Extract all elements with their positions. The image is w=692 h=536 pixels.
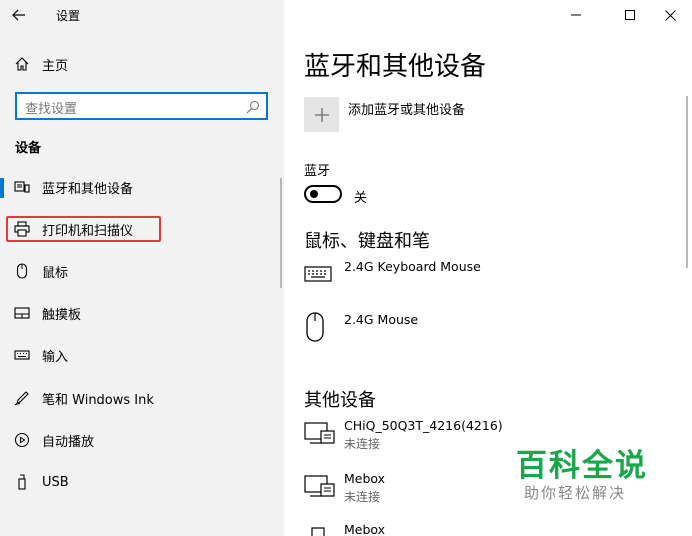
sidebar-item-autoplay[interactable]: 自动播放 [0,424,284,456]
sidebar-item-label: 自动播放 [42,434,95,450]
section-title-other-devices: 其他设备 [304,390,376,411]
device-name[interactable]: 2.4G Mouse [344,312,418,327]
sidebar-item-usb[interactable]: USB [0,466,284,498]
sidebar-item-touchpad[interactable]: 触摸板 [0,297,284,329]
sidebar-item-label: 输入 [42,349,69,365]
sidebar-item-label: 触摸板 [42,307,82,323]
plus-icon [314,107,329,122]
usb-icon [14,474,30,490]
bluetooth-label: 蓝牙 [304,164,331,179]
close-button[interactable] [658,6,682,24]
minimize-button[interactable] [564,6,588,24]
back-arrow-icon [12,9,25,21]
sidebar-item-pen[interactable]: 笔和 Windows Ink [0,382,284,414]
sidebar-item-bluetooth[interactable]: 蓝牙和其他设备 [0,171,284,203]
sidebar: 设置 主页 查找设置 设备 蓝牙和其他设备 打印机和扫描仪 鼠标 触摸板 输入 … [0,0,284,536]
maximize-button[interactable] [618,6,642,24]
search-placeholder: 查找设置 [25,102,78,117]
keyboard-icon [304,265,332,287]
sidebar-item-label: 笔和 Windows Ink [42,392,154,408]
sidebar-scrollbar[interactable] [280,178,282,288]
media-device-icon [304,524,336,536]
sidebar-item-label: 打印机和扫描仪 [42,223,134,239]
device-name[interactable]: CHiQ_50Q3T_4216(4216) [344,418,503,433]
display-device-icon [304,474,336,504]
autoplay-icon [14,432,30,448]
sidebar-item-label: 蓝牙和其他设备 [42,181,134,197]
maximize-icon [625,10,635,20]
sidebar-item-label: 主页 [42,58,69,74]
add-device-label[interactable]: 添加蓝牙或其他设备 [348,99,465,118]
section-header-devices: 设备 [15,141,42,156]
sidebar-item-label: 鼠标 [42,265,69,281]
device-status: 未连接 [344,437,381,451]
home-icon [14,56,30,72]
keyboard-icon [14,347,30,363]
device-name[interactable]: Mebox [344,522,385,536]
page-title: 蓝牙和其他设备 [304,52,487,82]
pen-icon [14,390,30,406]
watermark-title: 百科全说 [516,448,648,484]
printer-icon [14,221,30,237]
search-icon[interactable] [246,99,260,118]
sidebar-item-home[interactable]: 主页 [0,48,284,80]
bluetooth-toggle-state: 关 [354,191,368,206]
mouse-icon [14,263,30,279]
display-device-icon [304,421,336,451]
bluetooth-toggle[interactable] [304,185,342,203]
sidebar-item-typing[interactable]: 输入 [0,339,284,371]
toggle-knob [310,190,318,198]
sidebar-item-printers[interactable]: 打印机和扫描仪 [0,213,284,245]
mouse-icon [304,311,326,347]
sidebar-item-label: USB [42,474,69,490]
watermark-subtitle: 助你轻松解决 [524,484,627,502]
bluetooth-devices-icon [14,179,30,195]
sidebar-item-mouse[interactable]: 鼠标 [0,255,284,287]
section-title-mouse-keyboard: 鼠标、键盘和笔 [304,231,430,252]
back-button[interactable] [12,6,32,24]
search-input[interactable]: 查找设置 [15,92,268,120]
device-name[interactable]: Mebox [344,471,385,486]
device-name[interactable]: 2.4G Keyboard Mouse [344,259,481,274]
device-status: 未连接 [344,490,381,504]
settings-window: 设置 主页 查找设置 设备 蓝牙和其他设备 打印机和扫描仪 鼠标 触摸板 输入 … [0,0,692,536]
add-device-button[interactable] [304,97,339,132]
window-title: 设置 [56,9,81,23]
touchpad-icon [14,305,30,321]
main-panel: 蓝牙和其他设备 添加蓝牙或其他设备 蓝牙 关 鼠标、键盘和笔 2.4G Keyb… [284,0,692,536]
main-scrollbar[interactable] [686,96,688,268]
close-icon [664,9,676,21]
minimize-icon [571,14,581,16]
